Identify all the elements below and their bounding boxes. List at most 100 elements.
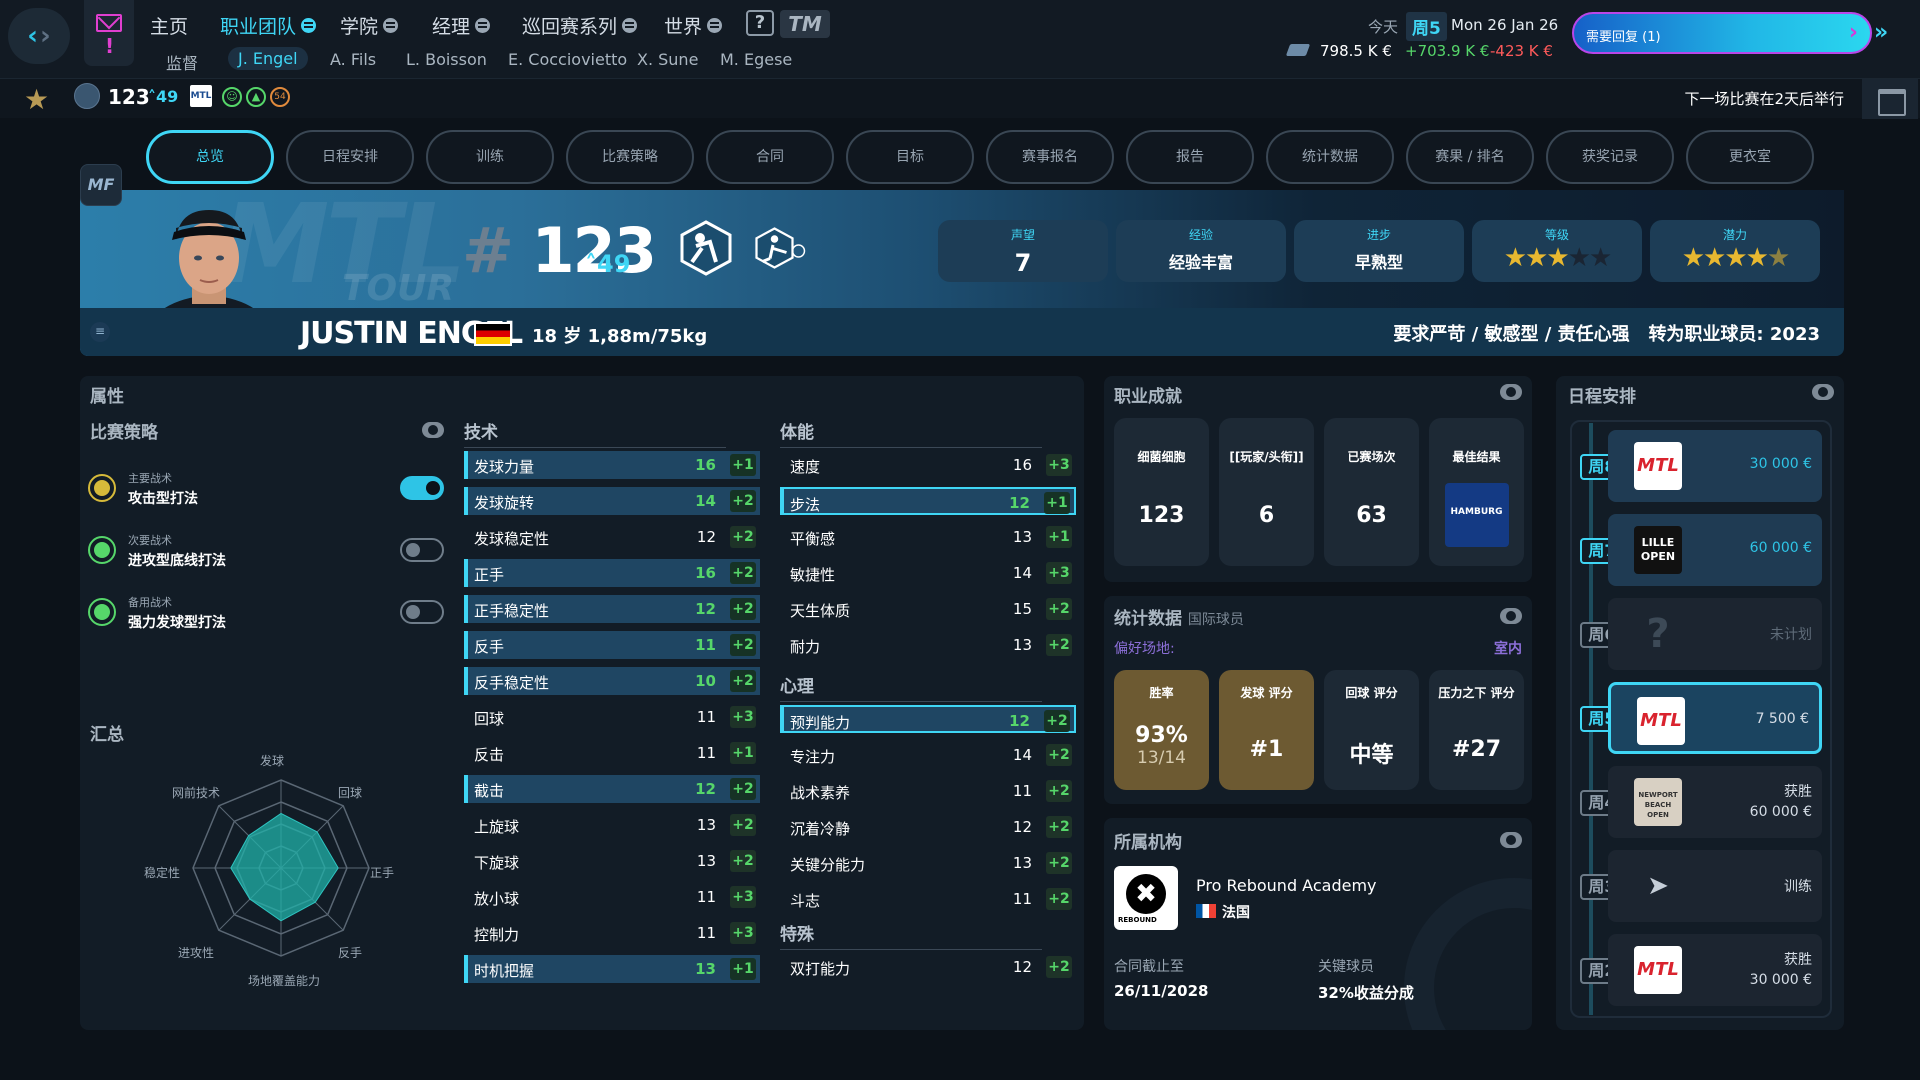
submenu-player[interactable]: A. Fils xyxy=(330,50,376,69)
attribute-row[interactable]: 预判能力 12 +2 xyxy=(780,705,1076,733)
radar-label: 正手 xyxy=(370,866,395,880)
calendar-icon[interactable] xyxy=(1862,79,1918,119)
attribute-row[interactable]: 沉着冷静 12 +2 xyxy=(780,813,1076,841)
attribute-row[interactable]: 敏捷性 14 +3 xyxy=(780,559,1076,587)
menu-world[interactable]: 世界 xyxy=(664,12,723,39)
radar-label: 进攻性 xyxy=(178,946,215,960)
tab-training[interactable]: 训练 xyxy=(426,130,554,184)
attribute-value: 12 xyxy=(1009,494,1030,512)
schedule-event[interactable]: NEWPORT BEACH OPEN 获胜 60 000 € xyxy=(1608,766,1822,838)
attribute-row[interactable]: 战术素养 11 +2 xyxy=(780,777,1076,805)
mood-icon: ☺ xyxy=(222,87,242,107)
summary-title: 汇总 xyxy=(90,725,124,745)
eye-icon[interactable] xyxy=(1812,384,1834,400)
attribute-row[interactable]: 耐力 13 +2 xyxy=(780,631,1076,659)
tm-logo[interactable]: TM xyxy=(780,10,830,38)
eye-icon[interactable] xyxy=(1500,384,1522,400)
stat-card-serve: 发球 评分 #1 xyxy=(1219,670,1314,790)
eye-icon[interactable] xyxy=(1500,608,1522,624)
attribute-value: 11 xyxy=(696,888,716,906)
attribute-value: 13 xyxy=(1012,528,1032,546)
event-prize: 未计划 xyxy=(1770,627,1812,643)
eye-icon[interactable] xyxy=(1500,832,1522,848)
schedule-event[interactable]: ➤ 训练 xyxy=(1608,850,1822,922)
attribute-row[interactable]: 时机把握 13 +1 xyxy=(464,955,760,983)
tactic-primary-toggle[interactable] xyxy=(400,476,444,500)
attribute-row[interactable]: 回球 11 +3 xyxy=(464,703,760,731)
attribute-row[interactable]: 反手稳定性 10 +2 xyxy=(464,667,760,695)
radar-label: 回球 xyxy=(338,786,363,800)
submenu-player[interactable]: M. Egese xyxy=(720,50,792,69)
reply-needed-button[interactable]: 需要回复 (1) › xyxy=(1572,12,1872,54)
menu-home[interactable]: 主页 xyxy=(150,12,188,39)
attribute-row[interactable]: 速度 16 +3 xyxy=(780,451,1076,479)
attribute-row[interactable]: 双打能力 12 +2 xyxy=(780,953,1076,981)
attribute-row[interactable]: 平衡感 13 +1 xyxy=(780,523,1076,551)
attribute-name: 反击 xyxy=(474,746,505,764)
attribute-row[interactable]: 正手稳定性 12 +2 xyxy=(464,595,760,623)
schedule-event[interactable]: MTL 7 500 € xyxy=(1608,682,1822,754)
attribute-row[interactable]: 截击 12 +2 xyxy=(464,775,760,803)
inbox-button[interactable]: ! xyxy=(84,0,134,66)
attribute-row[interactable]: 专注力 14 +2 xyxy=(780,741,1076,769)
menu-pro-team[interactable]: 职业团队 xyxy=(220,12,317,39)
schedule-event[interactable]: LILLE OPEN 60 000 € xyxy=(1608,514,1822,586)
dropdown-icon xyxy=(475,18,491,33)
eye-icon[interactable] xyxy=(422,422,444,438)
menu-icon[interactable]: ≡ xyxy=(90,322,110,342)
tab-goals[interactable]: 目标 xyxy=(846,130,974,184)
attribute-row[interactable]: 步法 12 +1 xyxy=(780,487,1076,515)
attribute-row[interactable]: 斗志 11 +2 xyxy=(780,885,1076,913)
attribute-value: 13 xyxy=(696,852,716,870)
attribute-row[interactable]: 关键分能力 13 +2 xyxy=(780,849,1076,877)
submenu-supervisor[interactable]: 监督 xyxy=(166,50,198,74)
tactic-secondary-toggle[interactable] xyxy=(400,538,444,562)
dropdown-icon xyxy=(383,18,399,33)
attribute-row[interactable]: 反击 11 +1 xyxy=(464,739,760,767)
player-banner: MTL TOUR # 123 ˄49 声望 7 经验 经验丰富 进步 早熟型 等级 ★★… xyxy=(80,190,1844,356)
attribute-row[interactable]: 控制力 11 +3 xyxy=(464,919,760,947)
schedule-event[interactable]: MTL 获胜 30 000 € xyxy=(1608,934,1822,1006)
submenu-player[interactable]: X. Sune xyxy=(637,50,698,69)
attribute-delta: +2 xyxy=(730,814,756,836)
attribute-row[interactable]: 正手 16 +2 xyxy=(464,559,760,587)
submenu-player[interactable]: J. Engel xyxy=(228,47,308,70)
attribute-name: 战术素养 xyxy=(790,784,851,802)
tactic-backup-toggle[interactable] xyxy=(400,600,444,624)
radar-label: 反手 xyxy=(338,946,363,960)
tab-results[interactable]: 赛果 / 排名 xyxy=(1406,130,1534,184)
menu-academy[interactable]: 学院 xyxy=(340,12,399,39)
schedule-event[interactable]: ? 未计划 xyxy=(1608,598,1822,670)
attribute-row[interactable]: 发球稳定性 12 +2 xyxy=(464,523,760,551)
help-button[interactable]: ? xyxy=(746,10,774,36)
attribute-row[interactable]: 发球旋转 14 +2 xyxy=(464,487,760,515)
tab-strategy[interactable]: 比赛策略 xyxy=(566,130,694,184)
menu-tour-series[interactable]: 巡回赛系列 xyxy=(522,12,638,39)
attributes-title: 属性 xyxy=(90,387,124,407)
today-label: 今天 xyxy=(1368,18,1399,36)
attribute-row[interactable]: 下旋球 13 +2 xyxy=(464,847,760,875)
back-forward-button[interactable]: ‹ › xyxy=(8,8,70,64)
tab-entries[interactable]: 赛事报名 xyxy=(986,130,1114,184)
tab-reports[interactable]: 报告 xyxy=(1126,130,1254,184)
favorite-star-icon[interactable]: ★ xyxy=(24,83,49,116)
submenu-player[interactable]: E. Cocciovietto xyxy=(508,50,627,69)
attribute-row[interactable]: 天生体质 15 +2 xyxy=(780,595,1076,623)
tab-contract[interactable]: 合同 xyxy=(706,130,834,184)
attribute-row[interactable]: 反手 11 +2 xyxy=(464,631,760,659)
continue-icon[interactable]: » xyxy=(1874,20,1888,45)
tab-schedule[interactable]: 日程安排 xyxy=(286,130,414,184)
schedule-event[interactable]: MTL 30 000 € xyxy=(1608,430,1822,502)
attribute-row[interactable]: 放小球 11 +3 xyxy=(464,883,760,911)
tab-awards[interactable]: 获奖记录 xyxy=(1546,130,1674,184)
attribute-row[interactable]: 上旋球 13 +2 xyxy=(464,811,760,839)
tab-stats[interactable]: 统计数据 xyxy=(1266,130,1394,184)
attribute-delta: +2 xyxy=(1046,816,1072,838)
tab-locker-room[interactable]: 更衣室 xyxy=(1686,130,1814,184)
attribute-value: 12 xyxy=(1012,818,1032,836)
submenu-player[interactable]: L. Boisson xyxy=(406,50,487,69)
menu-manager[interactable]: 经理 xyxy=(432,12,491,39)
attribute-row[interactable]: 发球力量 16 +1 xyxy=(464,451,760,479)
tab-overview[interactable]: 总览 xyxy=(146,130,274,184)
career-card: 细菌细胞 123 xyxy=(1114,418,1209,566)
